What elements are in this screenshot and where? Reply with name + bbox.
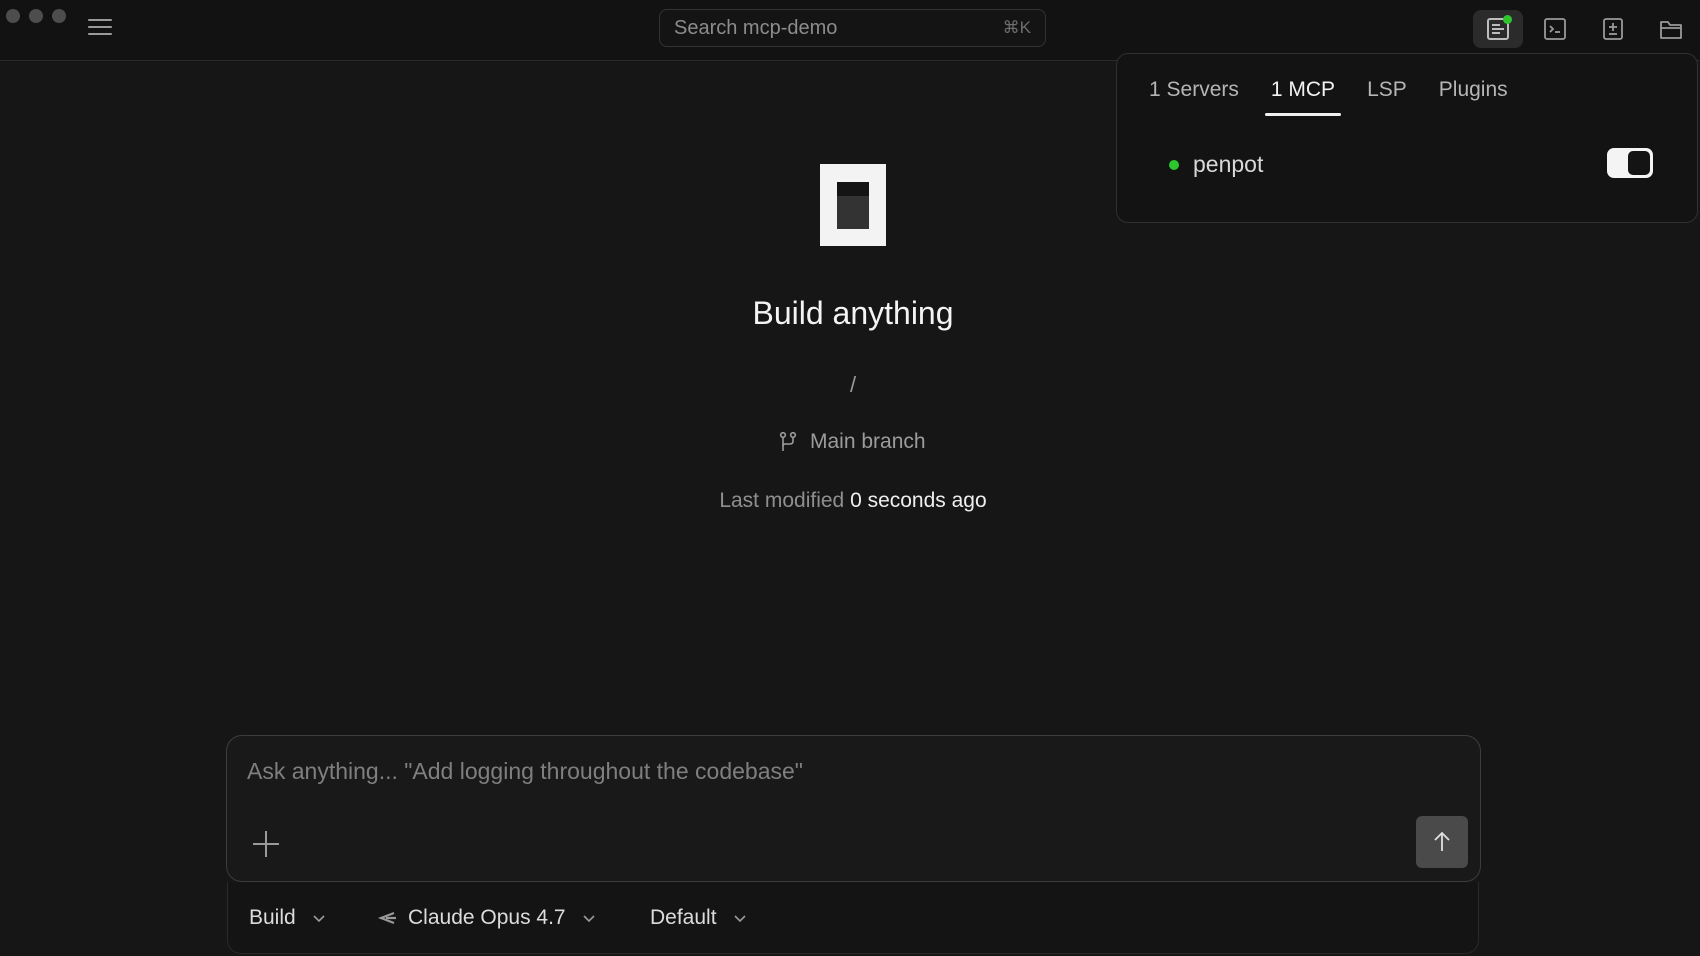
send-button[interactable] [1416, 816, 1468, 868]
tab-mcp[interactable]: 1 MCP [1264, 78, 1342, 116]
status-panel-button[interactable] [1473, 10, 1523, 48]
model-label: Claude Opus 4.7 [408, 906, 566, 929]
branch-name: Main branch [810, 430, 926, 453]
last-modified-label: Last modified [719, 489, 845, 512]
chevron-down-icon [733, 914, 746, 922]
tab-plugins[interactable]: Plugins [1439, 78, 1508, 116]
last-modified: Last modified 0 seconds ago [0, 489, 1700, 513]
attach-plus-icon[interactable] [253, 831, 279, 857]
hamburger-menu-icon[interactable] [88, 17, 112, 37]
branch-info[interactable]: Main branch [778, 430, 926, 454]
git-branch-icon [779, 431, 797, 451]
diff-icon [1603, 18, 1623, 40]
page-title: Build anything [752, 295, 954, 331]
status-popover: 1 Servers 1 MCP LSP Plugins penpot [1116, 53, 1698, 223]
folder-icon [1660, 21, 1682, 39]
tab-servers[interactable]: 1 Servers [1149, 78, 1239, 116]
prompt-input[interactable]: Ask anything... "Add logging throughout … [247, 758, 803, 785]
search-bar[interactable]: Search mcp-demo ⌘K [659, 9, 1046, 47]
prompt-composer[interactable]: Ask anything... "Add logging throughout … [226, 735, 1481, 882]
terminal-icon [1544, 18, 1566, 40]
server-name: penpot [1193, 151, 1264, 177]
search-placeholder: Search mcp-demo [674, 16, 838, 39]
app-logo [820, 164, 886, 246]
toggle-knob [1628, 151, 1650, 175]
files-button[interactable] [1646, 10, 1696, 48]
model-select[interactable]: Claude Opus 4.7 [376, 906, 596, 930]
chevron-down-icon [313, 914, 325, 922]
popover-tabs: 1 Servers 1 MCP LSP Plugins [1149, 78, 1540, 116]
variant-select[interactable]: Default [650, 906, 747, 930]
variant-label: Default [650, 906, 717, 929]
minimize-window-button[interactable] [29, 9, 43, 23]
close-window-button[interactable] [6, 9, 20, 23]
search-shortcut: ⌘K [1002, 18, 1031, 37]
tab-lsp[interactable]: LSP [1367, 78, 1407, 116]
arrow-up-icon [1434, 831, 1450, 851]
server-status-dot [1169, 159, 1179, 170]
mcp-server-row: penpot [1169, 151, 1263, 178]
last-modified-value: 0 seconds ago [850, 489, 987, 512]
terminal-button[interactable] [1530, 10, 1580, 48]
composer-toolbar: Build Claude Opus 4.7 Default [227, 882, 1479, 954]
window-controls [6, 9, 66, 23]
maximize-window-button[interactable] [52, 9, 66, 23]
top-bar: Search mcp-demo ⌘K [0, 0, 1700, 61]
server-enable-toggle[interactable] [1607, 148, 1653, 178]
mode-label: Build [249, 906, 296, 929]
chevron-down-icon [583, 914, 595, 922]
model-provider-icon [377, 911, 396, 925]
diff-button[interactable] [1588, 10, 1638, 48]
status-indicator-dot [1503, 15, 1512, 24]
mode-select[interactable]: Build [249, 906, 326, 930]
project-path: / [849, 372, 857, 397]
